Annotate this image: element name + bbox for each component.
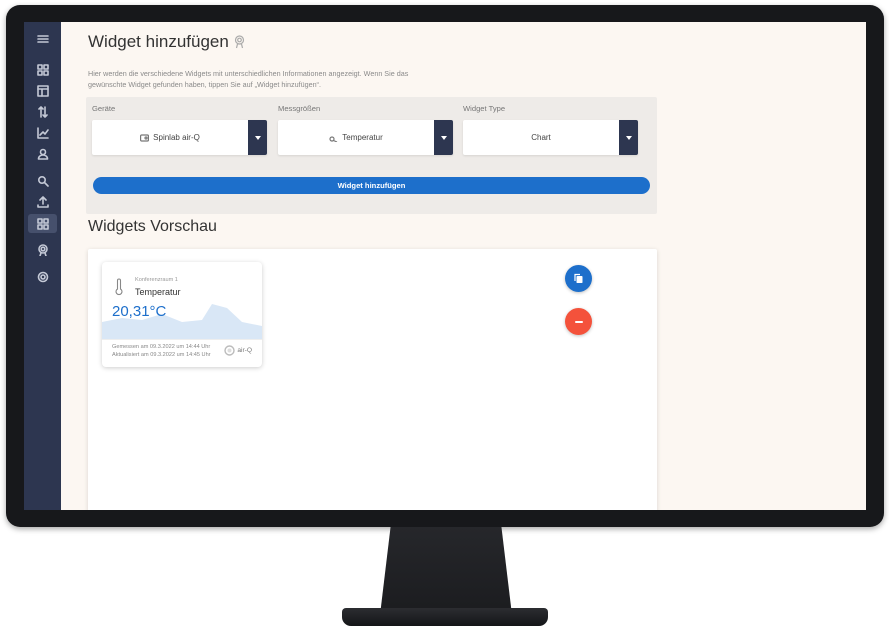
measure-label: Messgrößen [278, 104, 321, 113]
widget-value: 20,31°C [112, 303, 167, 320]
type-label: Widget Type [463, 104, 506, 113]
copy-widget-button[interactable] [565, 265, 592, 292]
widgets-icon [36, 217, 49, 230]
device-select[interactable]: Spinlab air-Q [92, 120, 267, 155]
brand-logo-icon [224, 345, 236, 356]
page-description: Hier werden die verschiedene Widgets mit… [88, 69, 409, 89]
device-select-toggle[interactable] [248, 120, 267, 155]
table-icon [36, 84, 49, 97]
sidebar-item-search[interactable] [28, 171, 57, 190]
widget-brand-text: air-Q [237, 347, 252, 354]
sidebar-item-upload[interactable] [28, 192, 57, 211]
sidebar-item-table[interactable] [28, 81, 57, 100]
thermometer-icon [115, 278, 123, 296]
widget-subtitle: Konferenzraum 1 [135, 277, 178, 283]
widget-measured-text: Gemessen am 09.3.2022 um 14:44 Uhr [112, 344, 211, 350]
search-icon [37, 175, 49, 187]
sidebar-item-dashboard[interactable] [28, 60, 57, 79]
temperature-icon [329, 135, 338, 142]
menu-icon [36, 34, 49, 43]
chevron-down-icon [254, 135, 261, 140]
type-select[interactable]: Chart [463, 120, 638, 155]
device-label: Geräte [92, 104, 116, 113]
sidebar-menu-button[interactable] [28, 29, 57, 48]
device-select-value: Spinlab air-Q [153, 133, 200, 142]
page-title-text: Widget hinzufügen [88, 32, 229, 51]
device-select-group: Geräte Spinlab air-Q [92, 104, 267, 155]
app-screen: Widget hinzufügen Hier werden die versch… [24, 22, 866, 510]
measure-select[interactable]: Temperatur [278, 120, 453, 155]
sidebar-item-settings[interactable] [28, 267, 57, 286]
measure-select-value: Temperatur [342, 133, 383, 142]
sidebar [24, 22, 61, 510]
page-title: Widget hinzufügen [88, 32, 245, 52]
monitor-stand-neck [380, 527, 512, 615]
monitor-stand-base [342, 608, 548, 626]
widget-brand: air-Q [224, 345, 252, 356]
add-widget-button[interactable]: Widget hinzufügen [93, 177, 650, 194]
measure-select-group: Messgrößen Temperatur [278, 104, 453, 155]
widget-form-panel: Geräte Spinlab air-Q Messgrößen Temperat… [86, 97, 657, 214]
sidebar-item-widgets[interactable] [28, 214, 57, 233]
widget-updated-text: Aktualisiert am 09.3.2022 um 14:45 Uhr [112, 352, 211, 358]
preview-title: Widgets Vorschau [88, 218, 217, 235]
sidebar-item-sort[interactable] [28, 102, 57, 121]
copy-icon [574, 273, 583, 283]
type-select-value: Chart [531, 133, 551, 142]
sidebar-item-chart[interactable] [28, 123, 57, 142]
type-select-toggle[interactable] [619, 120, 638, 155]
sidebar-item-user[interactable] [28, 144, 57, 163]
remove-widget-button[interactable] [565, 308, 592, 335]
chart-icon [36, 126, 49, 139]
settings-icon [37, 271, 48, 282]
device-icon [140, 133, 150, 142]
chevron-down-icon [625, 135, 632, 140]
upload-icon [36, 195, 49, 208]
measure-select-toggle[interactable] [434, 120, 453, 155]
minus-icon [574, 320, 583, 323]
user-icon [37, 148, 48, 160]
dashboard-icon [36, 63, 49, 76]
widget-card[interactable]: Konferenzraum 1 Temperatur 20,31°C Gemes… [102, 262, 262, 367]
sidebar-item-badge[interactable] [28, 240, 57, 259]
badge-icon [37, 243, 48, 256]
widget-divider [102, 339, 262, 340]
badge-icon [234, 35, 244, 49]
sort-icon [37, 105, 48, 118]
type-select-group: Widget Type Chart [463, 104, 638, 155]
main-content: Widget hinzufügen Hier werden die versch… [61, 22, 866, 510]
widget-title: Temperatur [135, 287, 181, 297]
chevron-down-icon [440, 135, 447, 140]
widget-preview-panel: Konferenzraum 1 Temperatur 20,31°C Gemes… [88, 249, 657, 510]
